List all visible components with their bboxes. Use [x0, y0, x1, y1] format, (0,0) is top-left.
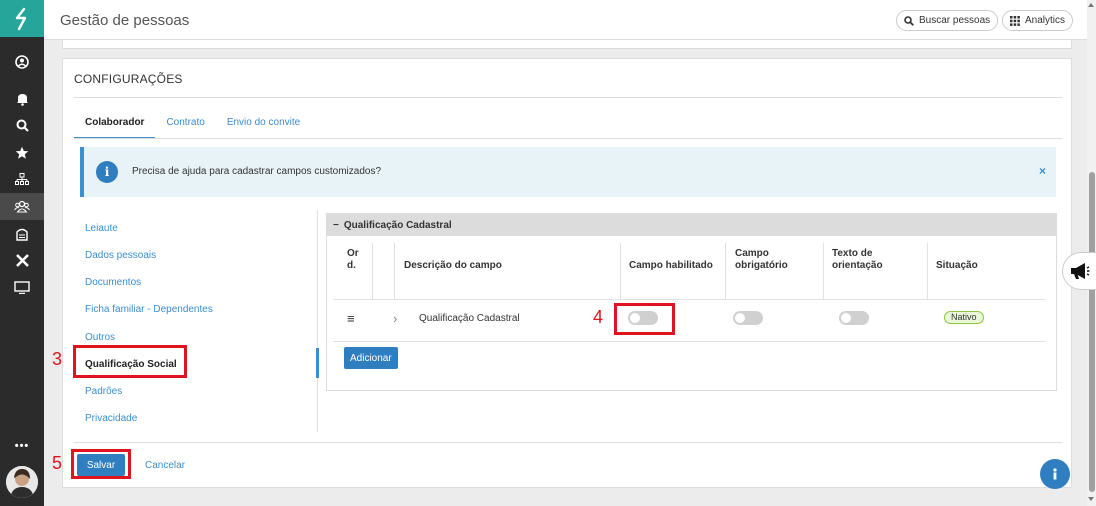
- x-icon[interactable]: [0, 247, 44, 274]
- collapse-icon[interactable]: −: [333, 220, 339, 231]
- top-bar: Gestão de pessoas Buscar pessoas Analyti…: [44, 0, 1087, 40]
- scroll-down-icon[interactable]: [1088, 497, 1094, 501]
- guidance-toggle[interactable]: [839, 311, 869, 325]
- bell-icon[interactable]: [0, 85, 44, 112]
- scroll-up-icon[interactable]: [1088, 3, 1094, 7]
- column-divider: [725, 243, 726, 299]
- annotation-box-5: [71, 449, 131, 479]
- column-divider: [394, 243, 395, 299]
- annotation-box-3: [73, 345, 187, 378]
- logo-icon[interactable]: [0, 0, 44, 37]
- scroll-thumb[interactable]: [1089, 172, 1095, 492]
- announcements-button[interactable]: [1062, 252, 1096, 290]
- analytics-label: Analytics: [1025, 15, 1066, 26]
- more-menu-button[interactable]: •••: [0, 436, 44, 456]
- menu-item-leiaute[interactable]: Leiaute: [85, 223, 118, 234]
- info-icon: [1053, 468, 1057, 480]
- search-icon: [904, 15, 914, 26]
- divider: [74, 97, 1062, 98]
- tabs: Colaborador Contrato Envio do convite: [74, 113, 311, 139]
- active-menu-indicator: [316, 348, 319, 378]
- user-circle-icon[interactable]: [0, 48, 44, 75]
- row-divider: [333, 299, 1046, 300]
- divider: [74, 442, 1062, 443]
- panel-header[interactable]: − Qualificação Cadastral: [327, 214, 1056, 236]
- megaphone-icon: [1070, 263, 1089, 279]
- column-divider: [372, 243, 373, 299]
- divider: [74, 138, 1062, 139]
- search-people-label: Buscar pessoas: [919, 15, 991, 26]
- section-title: CONFIGURAÇÕES: [74, 72, 183, 86]
- annotation-number-3: 3: [52, 349, 63, 369]
- left-rail: •••: [0, 0, 44, 506]
- column-divider: [927, 243, 928, 299]
- add-field-button[interactable]: Adicionar: [344, 347, 398, 369]
- column-header-status: Situação: [936, 260, 978, 271]
- building-icon[interactable]: [0, 220, 44, 247]
- drag-handle-icon[interactable]: ≡: [347, 311, 355, 326]
- org-chart-icon[interactable]: [0, 166, 44, 193]
- menu-item-padroes[interactable]: Padrões: [85, 386, 122, 397]
- info-icon: i: [96, 161, 118, 183]
- required-toggle[interactable]: [733, 311, 763, 325]
- menu-item-documentos[interactable]: Documentos: [85, 277, 141, 288]
- column-header-description: Descrição do campo: [404, 260, 502, 271]
- field-description: Qualificação Cadastral: [419, 313, 520, 324]
- column-header-order: Or d.: [347, 248, 359, 271]
- menu-item-privacidade[interactable]: Privacidade: [85, 413, 137, 424]
- expand-chevron-icon[interactable]: ›: [393, 311, 397, 326]
- cancel-button[interactable]: Cancelar: [145, 460, 185, 471]
- previous-card: [62, 40, 1072, 49]
- annotation-number-5: 5: [52, 453, 63, 473]
- analytics-button[interactable]: Analytics: [1002, 10, 1074, 31]
- column-divider: [823, 243, 824, 299]
- star-icon[interactable]: [0, 139, 44, 166]
- help-fab[interactable]: [1040, 459, 1070, 489]
- search-icon[interactable]: [0, 112, 44, 139]
- panel-title: Qualificação Cadastral: [343, 219, 452, 231]
- search-people-button[interactable]: Buscar pessoas: [896, 10, 999, 31]
- menu-item-outros[interactable]: Outros: [85, 332, 115, 343]
- monitor-icon[interactable]: [0, 274, 44, 301]
- annotation-box-4: [614, 303, 675, 335]
- annotation-number-4: 4: [593, 307, 604, 327]
- column-header-enabled: Campo habilitado: [629, 260, 713, 271]
- menu-item-ficha-familiar[interactable]: Ficha familiar - Dependentes: [85, 304, 213, 315]
- tab-envio-do-convite[interactable]: Envio do convite: [216, 113, 311, 139]
- column-header-guidance: Texto de orientação: [832, 248, 883, 271]
- alert-text: Precisa de ajuda para cadastrar campos c…: [132, 166, 382, 177]
- settings-side-menu: Leiaute Dados pessoais Documentos Ficha …: [74, 210, 319, 432]
- tab-colaborador[interactable]: Colaborador: [74, 113, 156, 139]
- app-title: Gestão de pessoas: [60, 12, 190, 29]
- menu-item-dados-pessoais[interactable]: Dados pessoais: [85, 250, 156, 261]
- row-divider: [333, 341, 1046, 342]
- column-divider: [620, 243, 621, 299]
- status-badge: Nativo: [944, 311, 984, 324]
- settings-card: CONFIGURAÇÕES Colaborador Contrato Envio…: [62, 58, 1072, 488]
- help-alert: i Precisa de ajuda para cadastrar campos…: [80, 147, 1056, 197]
- avatar[interactable]: [6, 466, 38, 498]
- tab-contrato[interactable]: Contrato: [155, 113, 215, 139]
- column-header-required: Campo obrigatório: [735, 248, 788, 271]
- close-icon[interactable]: ×: [1039, 164, 1046, 178]
- people-icon[interactable]: [0, 193, 44, 220]
- grid-icon: [1010, 15, 1020, 26]
- fields-panel: − Qualificação Cadastral Or d. Descrição …: [326, 213, 1057, 391]
